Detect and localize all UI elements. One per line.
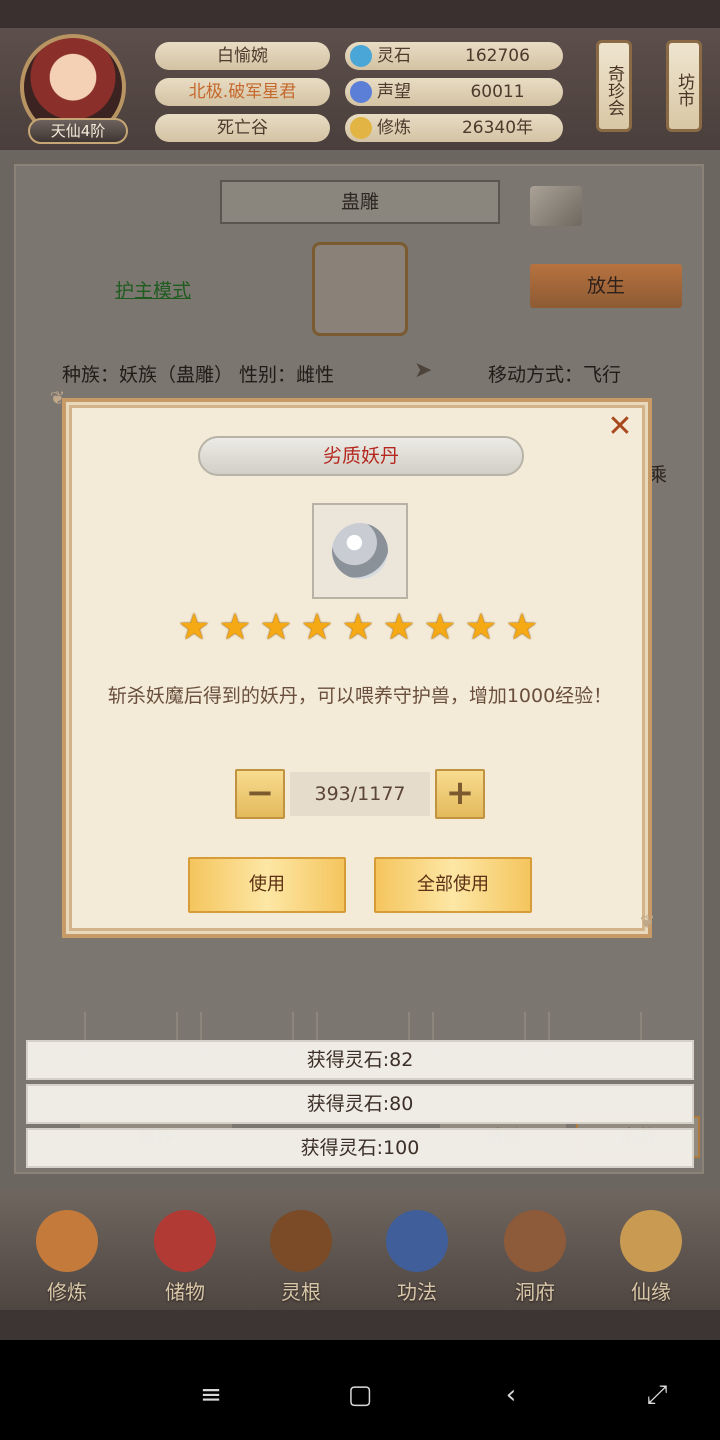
- treasure-auction-button[interactable]: 奇珍会: [596, 40, 632, 132]
- back-icon[interactable]: ‹: [496, 1380, 526, 1410]
- resource-cultivation: 修炼 26340年: [345, 114, 563, 142]
- arrow-right-icon[interactable]: ➤: [414, 358, 444, 386]
- decrease-button[interactable]: −: [235, 769, 285, 819]
- resource-value: 162706: [465, 46, 530, 66]
- nav-cultivate[interactable]: 修炼: [22, 1210, 112, 1306]
- use-button[interactable]: 使用: [188, 857, 346, 913]
- player-name: 白愉婉: [155, 42, 330, 70]
- player-title: 北极.破军星君: [155, 78, 330, 106]
- nav-label: 修炼: [47, 1280, 87, 1304]
- home-icon[interactable]: ▢: [345, 1380, 375, 1410]
- resource-label: 声望: [377, 82, 411, 102]
- market-button[interactable]: 坊市: [666, 40, 702, 132]
- resource-value: 60011: [470, 82, 525, 102]
- star-icon: ★: [259, 607, 293, 648]
- quantity-field[interactable]: 393/1177: [290, 772, 430, 816]
- star-icon: ★: [341, 607, 375, 648]
- item-icon-frame: [312, 503, 408, 599]
- use-all-button[interactable]: 全部使用: [374, 857, 532, 913]
- book-quill-icon[interactable]: [530, 186, 582, 226]
- resource-label: 灵石: [377, 46, 411, 66]
- increase-button[interactable]: +: [435, 769, 485, 819]
- star-icon: ★: [177, 607, 211, 648]
- status-strip: [0, 0, 720, 28]
- resource-prestige: 声望 60011: [345, 78, 563, 106]
- cultivation-icon: [350, 117, 372, 139]
- nav-label: 仙缘: [631, 1280, 671, 1304]
- star-icon: ★: [464, 607, 498, 648]
- spirit-stone-icon: [350, 45, 372, 67]
- reward-toast: 获得灵石:80: [26, 1084, 694, 1124]
- nav-label: 洞府: [515, 1280, 555, 1304]
- dialog-title: 劣质妖丹: [198, 436, 524, 476]
- prestige-icon: [350, 81, 372, 103]
- rank-badge: 天仙4阶: [28, 118, 128, 144]
- nav-spirit-root[interactable]: 灵根: [256, 1210, 346, 1306]
- butterfly-icon: ❦: [50, 388, 66, 409]
- spirit-root-icon: [270, 1210, 332, 1272]
- reward-toast: 获得灵石:82: [26, 1040, 694, 1080]
- storage-bag-icon: [154, 1210, 216, 1272]
- cave-palace-icon: [504, 1210, 566, 1272]
- star-icon: ★: [300, 607, 334, 648]
- item-description: 斩杀妖魔后得到的妖丹，可以喂养守护兽，增加1000经验！: [107, 685, 613, 707]
- species-info: 种族：妖族（蛊雕） 性别：雌性: [62, 364, 335, 386]
- close-icon[interactable]: ✕: [604, 410, 636, 444]
- butterfly-icon: ❦: [640, 912, 656, 933]
- nav-fate[interactable]: 仙缘: [606, 1210, 696, 1306]
- pet-portrait: [312, 242, 408, 336]
- cultivate-icon: [36, 1210, 98, 1272]
- reward-toast: 获得灵石:100: [26, 1128, 694, 1168]
- player-location: 死亡谷: [155, 114, 330, 142]
- star-rating: ★ ★ ★ ★ ★ ★ ★ ★ ★: [176, 610, 544, 648]
- movement-info: 移动方式：飞行: [488, 364, 622, 386]
- technique-book-icon: [386, 1210, 448, 1272]
- nav-storage[interactable]: 储物: [140, 1210, 230, 1306]
- pet-name-banner: 蛊雕: [220, 180, 500, 224]
- nav-cave-palace[interactable]: 洞府: [490, 1210, 580, 1306]
- expand-icon[interactable]: ⤢: [642, 1380, 672, 1410]
- nav-label: 功法: [397, 1280, 437, 1304]
- nav-footer-strip: [0, 1310, 720, 1340]
- demon-core-icon: [332, 523, 388, 579]
- guard-mode-link[interactable]: 护主模式: [115, 276, 191, 303]
- resource-value: 26340年: [461, 118, 534, 138]
- nav-label: 储物: [165, 1280, 205, 1304]
- item-dialog: [62, 398, 652, 938]
- star-icon: ★: [382, 607, 416, 648]
- resource-label: 修炼: [377, 118, 411, 138]
- star-icon: ★: [423, 607, 457, 648]
- menu-icon[interactable]: ≡: [196, 1380, 226, 1410]
- release-button[interactable]: 放生: [530, 264, 682, 308]
- star-icon: ★: [218, 607, 252, 648]
- nav-label: 灵根: [281, 1280, 321, 1304]
- fate-icon: [620, 1210, 682, 1272]
- star-icon: ★: [505, 607, 539, 648]
- nav-technique[interactable]: 功法: [372, 1210, 462, 1306]
- resource-spirit-stone: 灵石 162706: [345, 42, 563, 70]
